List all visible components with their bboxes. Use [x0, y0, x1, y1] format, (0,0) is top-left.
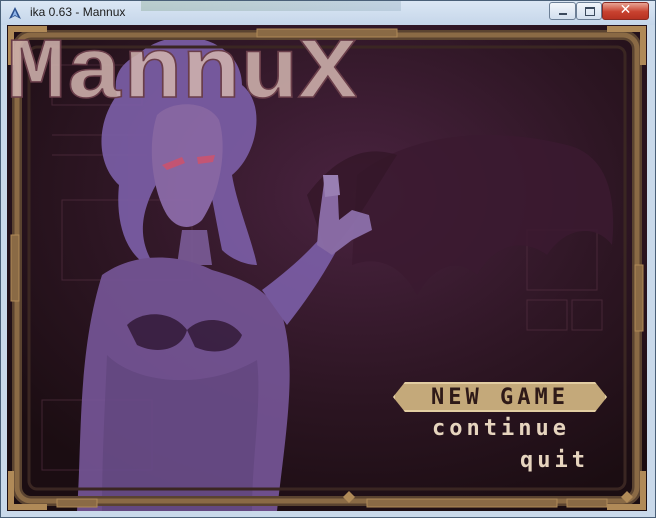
logo-text: MannuX [7, 25, 357, 107]
game-screen[interactable]: MannuX NEW GAME continue quit [7, 25, 647, 511]
minimize-button[interactable] [549, 2, 576, 20]
menu-quit[interactable]: quit [520, 448, 589, 474]
title-bar[interactable]: ika 0.63 - Mannux ✕ [1, 1, 655, 25]
menu-continue[interactable]: continue [432, 416, 570, 442]
app-window: ika 0.63 - Mannux ✕ MannuX NEW GAME cont… [0, 0, 656, 518]
close-button[interactable]: ✕ [602, 2, 649, 20]
maximize-button[interactable] [576, 2, 602, 20]
background-window-ghost [141, 1, 401, 11]
window-title: ika 0.63 - Mannux [30, 5, 126, 19]
game-logo: MannuX [7, 25, 357, 107]
close-icon: ✕ [619, 2, 632, 18]
menu-new-game[interactable]: NEW GAME [393, 382, 607, 412]
app-icon [9, 7, 21, 19]
